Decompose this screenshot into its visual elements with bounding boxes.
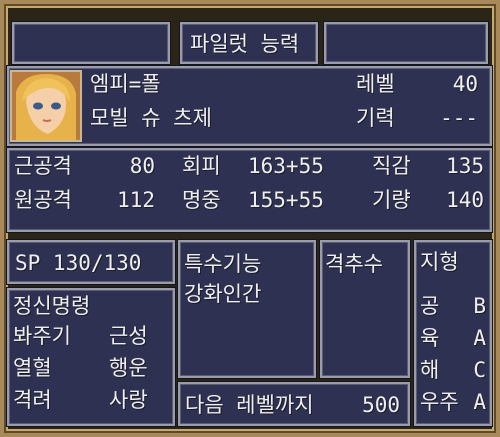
stat-intuition-label: 직감 (372, 154, 411, 178)
stat-evade-value: 163+55 (248, 154, 324, 178)
terrain-grade: A (473, 326, 486, 350)
next-level-panel: 다음 레벨까지 500 (178, 382, 410, 426)
sp-text: SP 130/130 (15, 251, 142, 275)
stat-accuracy-label: 명중 (182, 188, 221, 212)
kill-count-panel: 격추수 (320, 240, 410, 378)
top-left-blank-panel (12, 22, 170, 64)
terrain-panel: 지형 공 B 육 A 해 C 우주 A (414, 240, 492, 426)
terrain-label: 우주 (420, 390, 459, 414)
spirit-commands-panel: 정신명령 봐주기 근성 열혈 행운 격려 사랑 (7, 288, 175, 426)
stat-ranged-value: 112 (117, 188, 155, 212)
kill-count-title: 격추수 (325, 252, 383, 276)
stat-intuition-value: 135 (446, 154, 484, 178)
special-skills-panel: 특수기능 강화인간 (178, 240, 316, 378)
spirit-command-item[interactable]: 사랑 (109, 388, 148, 412)
terrain-label: 해 (420, 358, 440, 382)
stat-skill-label: 기량 (372, 188, 411, 212)
stat-skill-value: 140 (446, 188, 484, 212)
stat-melee-label: 근공격 (14, 154, 72, 178)
spirit-command-item[interactable]: 봐주기 (13, 324, 71, 348)
level-label: 레벨 (356, 72, 395, 96)
spirit-label: 기력 (356, 106, 395, 130)
next-level-label: 다음 레벨까지 (185, 393, 314, 417)
pilot-portrait (10, 70, 82, 142)
terrain-grade: A (473, 390, 486, 414)
pilot-name: 엠피=폴 (90, 72, 161, 96)
terrain-label: 육 (420, 326, 440, 350)
stat-melee-value: 80 (129, 154, 155, 178)
spirit-command-item[interactable]: 근성 (109, 324, 148, 348)
special-skills-title: 특수기능 (184, 252, 262, 276)
top-right-blank-panel (324, 22, 488, 64)
spirit-commands-title: 정신명령 (13, 294, 91, 318)
page-title: 파일럿 능력 (190, 32, 300, 56)
spirit-command-item[interactable]: 행운 (109, 356, 148, 380)
spirit-value: --- (440, 106, 478, 130)
stat-evade-label: 회피 (182, 154, 221, 178)
spirit-command-item[interactable]: 격려 (13, 388, 52, 412)
special-skill-item: 강화인간 (184, 282, 262, 306)
title-panel: 파일럿 능력 (180, 22, 318, 64)
spirit-command-item[interactable]: 열혈 (13, 356, 52, 380)
sp-panel: SP 130/130 (7, 240, 175, 284)
terrain-label: 공 (420, 294, 440, 318)
pilot-portrait-icon (12, 72, 80, 140)
terrain-title: 지형 (420, 250, 459, 274)
stat-accuracy-value: 155+55 (248, 188, 324, 212)
stat-ranged-label: 원공격 (14, 188, 72, 212)
pilot-unit: 모빌 슈 츠제 (90, 106, 212, 130)
next-level-value: 500 (362, 393, 400, 417)
terrain-grade: B (473, 294, 486, 318)
terrain-grade: C (473, 358, 486, 382)
level-value: 40 (452, 72, 478, 96)
